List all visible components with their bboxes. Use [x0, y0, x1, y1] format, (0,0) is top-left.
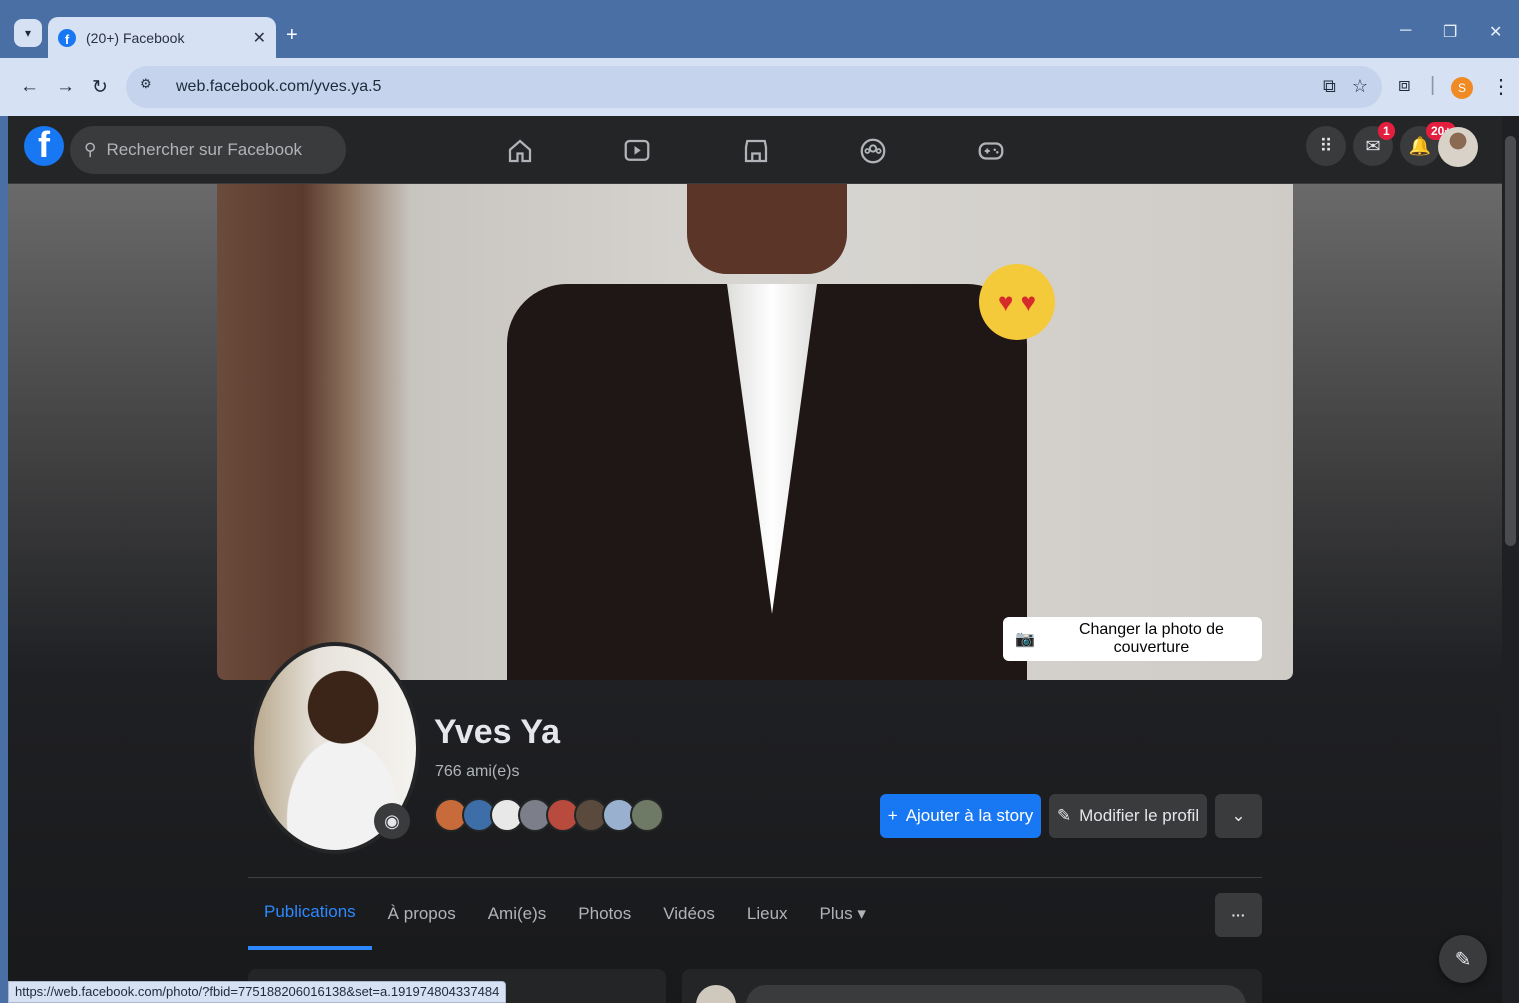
facebook-logo-icon[interactable]: f [24, 126, 64, 166]
tab-title: (20+) Facebook [86, 29, 185, 46]
search-input[interactable] [106, 140, 327, 160]
cover-photo-face [687, 184, 847, 274]
profile-options-button[interactable]: ⌄ [1215, 794, 1262, 838]
browser-toolbar: ← → ↻ ⚙ web.facebook.com/yves.ya.5 ⧉ ☆ ⧈… [0, 58, 1519, 116]
change-cover-photo-button[interactable]: 📷 Changer la photo de couverture [1003, 617, 1262, 661]
link-status-bar: https://web.facebook.com/photo/?fbid=775… [8, 981, 507, 1003]
forward-icon[interactable]: → [56, 76, 75, 98]
window-border [0, 116, 8, 1003]
page-scrollbar[interactable] [1502, 116, 1519, 1003]
friends-avatars[interactable] [434, 798, 664, 832]
groups-icon[interactable] [858, 136, 888, 166]
reload-icon[interactable]: ↻ [92, 76, 108, 99]
browser-profile-avatar[interactable]: S [1451, 77, 1473, 99]
new-message-compose-icon[interactable]: ✎ [1439, 935, 1487, 983]
tab-photos[interactable]: Photos [562, 878, 647, 950]
tab-videos[interactable]: Vidéos [647, 878, 731, 950]
address-bar[interactable]: ⚙ web.facebook.com/yves.ya.5 ⧉ ☆ [126, 66, 1382, 108]
edit-profile-button[interactable]: ✎ Modifier le profil [1049, 794, 1207, 838]
site-info-icon[interactable]: ⚙ [140, 76, 162, 98]
new-tab-button[interactable]: + [286, 24, 298, 47]
account-avatar[interactable] [1438, 127, 1478, 167]
url-text[interactable]: web.facebook.com/yves.ya.5 [176, 78, 381, 96]
composer-input[interactable] [746, 985, 1246, 1003]
camera-icon: 📷 [1015, 631, 1035, 648]
video-icon[interactable] [622, 136, 652, 166]
install-app-icon[interactable]: ⧉ [1323, 76, 1336, 97]
cover-photo[interactable]: ♥ ♥ [217, 184, 1293, 680]
bookmark-star-icon[interactable]: ☆ [1352, 76, 1368, 97]
add-to-story-label: Ajouter à la story [905, 806, 1034, 825]
friends-count[interactable]: 766 ami(e)s [435, 763, 519, 781]
update-profile-picture-camera-icon[interactable]: ◉ [374, 803, 410, 839]
tab-amis[interactable]: Ami(e)s [472, 878, 563, 950]
profile-name: Yves Ya [434, 713, 561, 751]
heart-eyes-emoji-icon: ♥ ♥ [979, 264, 1055, 340]
home-icon[interactable] [505, 136, 535, 166]
scrollbar-thumb[interactable] [1505, 136, 1516, 546]
edit-profile-label: Modifier le profil [1079, 806, 1200, 825]
browser-menu-icon[interactable]: ⋮ [1491, 74, 1511, 99]
back-icon[interactable]: ← [20, 76, 39, 98]
facebook-header: f ⚲ ⠿ ✉ 🔔 [8, 116, 1502, 184]
browser-tab-facebook[interactable]: f (20+) Facebook ✕ [48, 17, 276, 58]
restore-icon[interactable]: ❐ [1443, 22, 1457, 42]
minimize-icon[interactable]: ─ [1400, 22, 1411, 40]
friend-avatar[interactable] [630, 798, 664, 832]
tab-lieux[interactable]: Lieux [731, 878, 804, 950]
pencil-icon: ✎ [1056, 806, 1072, 825]
messenger-badge: 1 [1378, 122, 1395, 140]
chevron-down-icon: ⌄ [1231, 806, 1246, 825]
toolbar-separator: | [1430, 74, 1436, 96]
more-options-icon[interactable]: ··· [1215, 893, 1262, 937]
facebook-favicon-icon: f [58, 28, 76, 47]
tab-close-icon[interactable]: ✕ [253, 28, 266, 48]
gaming-icon[interactable] [976, 136, 1006, 166]
tab-plus[interactable]: Plus ▾ [804, 878, 882, 950]
extensions-icon[interactable]: ⧈ [1398, 74, 1411, 97]
close-window-icon[interactable]: ✕ [1489, 22, 1502, 42]
plus-icon: + [887, 806, 898, 825]
search-icon: ⚲ [84, 140, 97, 159]
profile-tabs: Publications À propos Ami(e)s Photos Vid… [248, 878, 882, 950]
tab-publications[interactable]: Publications [248, 878, 372, 950]
tab-search-button[interactable]: ▾ [14, 19, 42, 47]
browser-tab-bar: ▾ f (20+) Facebook ✕ + ─ ❐ ✕ [0, 0, 1519, 58]
tab-a-propos[interactable]: À propos [372, 878, 472, 950]
change-cover-label: Changer la photo de couverture [1078, 621, 1224, 656]
menu-grid-icon[interactable]: ⠿ [1306, 126, 1346, 166]
search-box[interactable]: ⚲ [70, 126, 346, 174]
marketplace-icon[interactable] [741, 136, 771, 166]
add-to-story-button[interactable]: + Ajouter à la story [880, 794, 1041, 838]
